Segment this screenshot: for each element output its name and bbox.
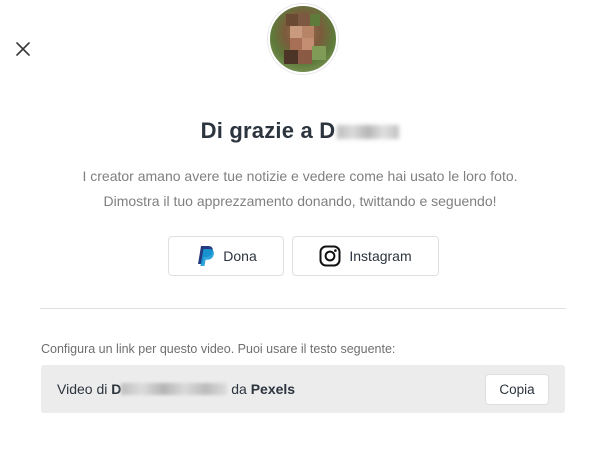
instagram-button[interactable]: Instagram [292, 236, 439, 276]
description: I creator amano avere tue notizie e vede… [0, 164, 600, 214]
credit-source: Pexels [250, 381, 296, 397]
credit-modal: Di grazie a D I creator amano avere tue … [0, 0, 600, 459]
page-title: Di grazie a D [0, 118, 600, 144]
instagram-icon [319, 245, 341, 267]
instagram-label: Instagram [349, 248, 412, 264]
credit-name-start: D [111, 381, 122, 397]
paypal-icon [198, 246, 215, 266]
redacted-name [337, 125, 400, 140]
close-icon [16, 42, 30, 56]
config-label: Configura un link per questo video. Puoi… [41, 342, 396, 356]
donate-label: Dona [223, 248, 257, 264]
divider [40, 308, 566, 309]
avatar [268, 4, 338, 74]
credit-text[interactable]: Video di D da Pexels [57, 381, 295, 397]
actions: Dona Instagram [168, 236, 439, 276]
title-text: Di grazie a D [200, 118, 336, 143]
description-line-1: I creator amano avere tue notizie e vede… [82, 168, 518, 184]
credit-prefix: Video di [57, 381, 112, 397]
redacted-credit-name [121, 383, 228, 395]
credit-box: Video di D da Pexels Copia [41, 365, 565, 413]
description-line-2: Dimostra il tuo apprezzamento donando, t… [103, 193, 497, 209]
credit-middle: da [227, 381, 251, 397]
donate-button[interactable]: Dona [168, 236, 284, 276]
close-button[interactable] [12, 38, 34, 60]
copy-button[interactable]: Copia [485, 374, 549, 405]
